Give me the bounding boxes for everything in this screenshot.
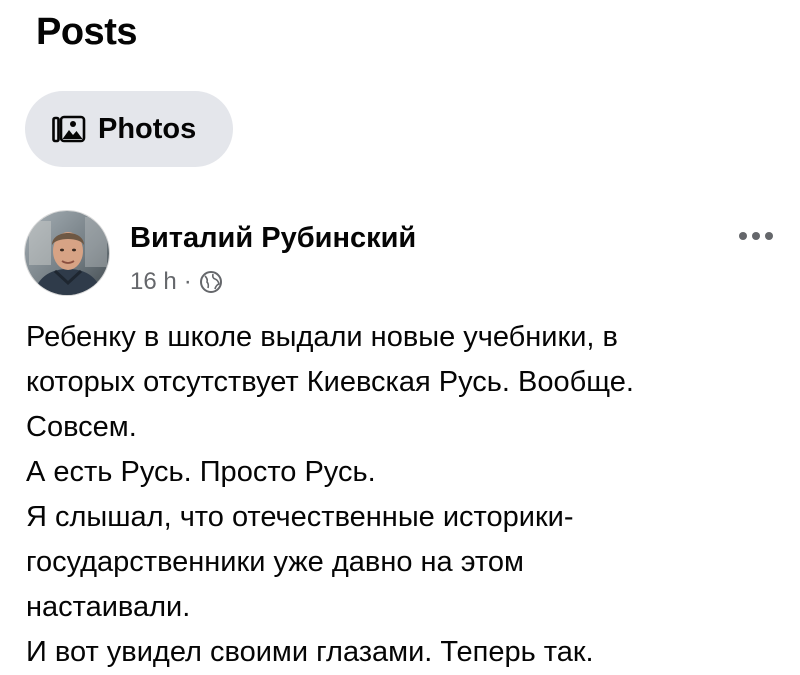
post-text-line: которых отсутствует Киевская Русь. Вообщ… — [26, 366, 634, 398]
page-title: Posts — [36, 11, 137, 53]
more-options-icon — [732, 232, 780, 253]
post-text-line: Ребенку в школе выдали новые учебники, в — [26, 321, 618, 353]
more-options-button[interactable] — [732, 223, 780, 249]
globe-icon[interactable] — [199, 270, 223, 294]
post-timestamp[interactable]: 16 h — [130, 268, 177, 296]
meta-separator: · — [183, 268, 192, 295]
author-avatar[interactable] — [24, 210, 110, 296]
photos-icon — [52, 114, 86, 144]
post-text-line: И вот увидел своими глазами. Теперь так. — [26, 636, 594, 668]
photos-filter-button[interactable]: Photos — [25, 91, 233, 167]
post-text-line: государственники уже давно на этом — [26, 546, 524, 578]
post-meta: 16 h · — [130, 268, 223, 296]
author-name[interactable]: Виталий Рубинский — [130, 222, 416, 255]
post-text: Ребенку в школе выдали новые учебники, в… — [26, 315, 766, 675]
photos-filter-label: Photos — [98, 112, 197, 145]
post-text-line: Совсем. — [26, 411, 137, 443]
post-text-line: настаивали. — [26, 591, 191, 623]
post-text-line: А есть Русь. Просто Русь. — [26, 456, 376, 488]
post-text-line: Я слышал, что отечественные историки- — [26, 501, 574, 533]
